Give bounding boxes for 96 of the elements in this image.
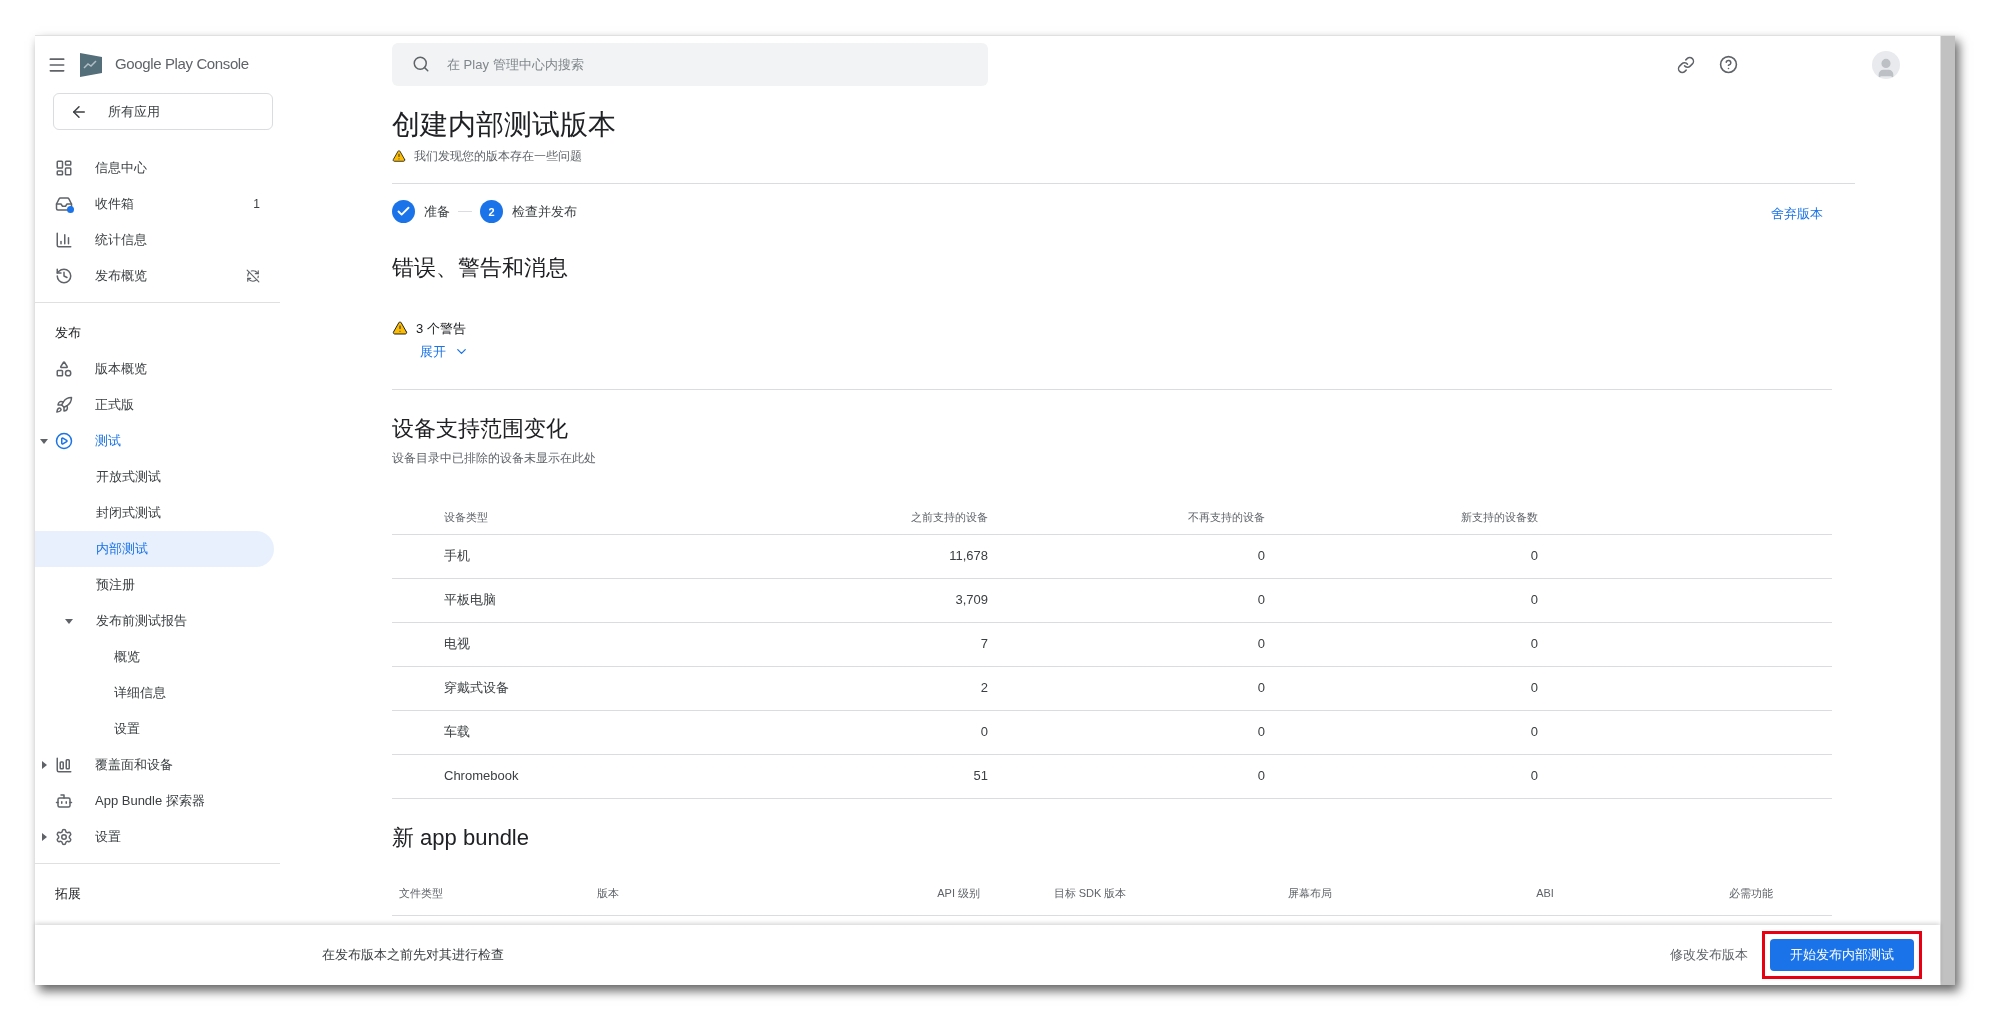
start-rollout-button[interactable]: 开始发布内部测试 bbox=[1770, 939, 1914, 971]
sidebar-item[interactable]: 发布概览 bbox=[95, 266, 147, 286]
table-cell-text: 电视 bbox=[443, 635, 471, 654]
page-title: 创建内部测试版本 bbox=[392, 108, 617, 142]
sync-off-icon bbox=[246, 269, 260, 283]
sidebar-item[interactable]: 统计信息 bbox=[95, 230, 147, 250]
section-title: 错误、警告和消息 bbox=[392, 253, 569, 282]
column-header: 目标 SDK 版本 bbox=[1053, 885, 1127, 901]
table-cell-text: 0 bbox=[1257, 767, 1265, 786]
sidebar-item[interactable]: 开放式测试 bbox=[35, 459, 274, 495]
step-label: 检查并发布 bbox=[512, 203, 577, 221]
step-number: 2 bbox=[480, 200, 503, 224]
section-title: 设备支持范围变化 bbox=[392, 414, 569, 443]
table-cell-text: 0 bbox=[1257, 679, 1265, 698]
warning-icon bbox=[392, 149, 406, 163]
table-cell-text: 2 bbox=[980, 679, 988, 698]
sidebar-item[interactable]: 设置 bbox=[95, 827, 121, 847]
table-cell-text: 51 bbox=[973, 767, 988, 786]
section-subtitle: 设备目录中已排除的设备未显示在此处 bbox=[392, 449, 597, 467]
table-cell-text: 0 bbox=[1530, 635, 1538, 654]
column-header: API 级别 bbox=[937, 885, 980, 901]
section-title: 新 app bundle bbox=[392, 823, 530, 852]
warning-count: 3 个警告 bbox=[416, 319, 466, 338]
all-apps-button[interactable]: 所有应用 bbox=[53, 93, 273, 130]
dashboard-icon bbox=[55, 159, 73, 177]
warning-text: 我们发现您的版本存在一些问题 bbox=[414, 148, 582, 165]
table-cell-text: 0 bbox=[1530, 547, 1538, 566]
column-header: ABI bbox=[1536, 885, 1554, 901]
play-circle-icon bbox=[55, 432, 73, 450]
table-cell-text: 11,678 bbox=[949, 547, 988, 566]
logo-icon bbox=[79, 51, 103, 78]
table-cell-text: 0 bbox=[1530, 679, 1538, 698]
discard-link[interactable]: 舍弃版本 bbox=[1771, 204, 1823, 224]
column-header: 之前支持的设备 bbox=[911, 509, 988, 525]
column-header: 不再支持的设备 bbox=[1188, 509, 1265, 525]
bar-chart-icon bbox=[55, 231, 73, 249]
sidebar-item[interactable]: 封闭式测试 bbox=[35, 495, 274, 531]
inbox-icon bbox=[55, 195, 73, 213]
table-cell-text: Chromebook bbox=[443, 767, 520, 786]
sidebar-item[interactable]: 设置 bbox=[35, 711, 274, 747]
android-icon bbox=[55, 792, 73, 810]
table-cell-text: 平板电脑 bbox=[443, 591, 497, 610]
sidebar-item[interactable]: 版本概览 bbox=[95, 359, 147, 379]
column-header: 文件类型 bbox=[398, 885, 444, 901]
sidebar-item[interactable]: 发布前测试报告 bbox=[35, 603, 274, 639]
settings-icon bbox=[55, 828, 73, 846]
caret-down-icon[interactable] bbox=[40, 437, 48, 445]
bar-chart-icon bbox=[55, 756, 73, 774]
table-cell-text: 车载 bbox=[443, 723, 471, 742]
section-heading: 发布 bbox=[54, 324, 82, 343]
clock-list-icon bbox=[55, 267, 73, 285]
sidebar-item[interactable]: 概览 bbox=[35, 639, 274, 675]
link-icon[interactable] bbox=[1677, 55, 1695, 74]
sidebar-item[interactable]: 收件箱 bbox=[95, 194, 134, 214]
caret-right-icon[interactable] bbox=[40, 761, 48, 769]
table-cell-text: 0 bbox=[980, 723, 988, 742]
section-heading: 拓展 bbox=[54, 885, 82, 904]
caret-down-icon[interactable] bbox=[65, 617, 73, 625]
product-name: Google Play Console bbox=[115, 54, 249, 75]
column-header: 屏幕布局 bbox=[1288, 885, 1332, 901]
edit-release-button[interactable]: 修改发布版本 bbox=[1666, 945, 1752, 965]
table-cell-text: 穿戴式设备 bbox=[443, 679, 510, 698]
warning-icon bbox=[392, 320, 408, 337]
table-cell-text: 0 bbox=[1530, 723, 1538, 742]
table-cell-text: 3,709 bbox=[955, 591, 988, 610]
sidebar-item[interactable]: App Bundle 探索器 bbox=[95, 791, 205, 811]
table-cell-text: 0 bbox=[1257, 591, 1265, 610]
caret-right-icon[interactable] bbox=[40, 833, 48, 841]
unread-count: 1 bbox=[253, 196, 260, 213]
expand-link[interactable]: 展开 bbox=[420, 342, 469, 362]
sidebar-item[interactable]: 信息中心 bbox=[95, 158, 147, 178]
column-header: 必需功能 bbox=[1729, 885, 1773, 901]
column-header: 版本 bbox=[596, 885, 620, 901]
table-cell-text: 0 bbox=[1530, 591, 1538, 610]
search-field[interactable]: 在 Play 管理中心内搜索 bbox=[392, 43, 988, 86]
sidebar-item[interactable]: 预注册 bbox=[35, 567, 274, 603]
column-header: 设备类型 bbox=[443, 509, 489, 525]
help-icon[interactable] bbox=[1719, 55, 1738, 74]
search-icon bbox=[412, 55, 430, 73]
sidebar-item[interactable]: 内部测试 bbox=[35, 531, 274, 567]
table-cell-text: 手机 bbox=[443, 547, 471, 566]
table-cell-text: 0 bbox=[1257, 547, 1265, 566]
sidebar-item[interactable]: 正式版 bbox=[95, 395, 134, 415]
bottom-bar-message: 在发布版本之前先对其进行检查 bbox=[322, 946, 504, 965]
shapes-icon bbox=[55, 360, 73, 378]
table-cell-text: 0 bbox=[1257, 723, 1265, 742]
step-label: 准备 bbox=[424, 203, 450, 221]
column-header: 新支持的设备数 bbox=[1461, 509, 1538, 525]
sidebar-item[interactable]: 覆盖面和设备 bbox=[95, 755, 173, 775]
table-cell-text: 0 bbox=[1530, 767, 1538, 786]
sidebar-item[interactable]: 详细信息 bbox=[35, 675, 274, 711]
table-cell-text: 7 bbox=[980, 635, 988, 654]
scrollbar[interactable] bbox=[1940, 36, 1955, 985]
sidebar-item[interactable]: 测试 bbox=[95, 431, 121, 451]
table-cell-text: 0 bbox=[1257, 635, 1265, 654]
rocket-icon bbox=[55, 396, 73, 414]
